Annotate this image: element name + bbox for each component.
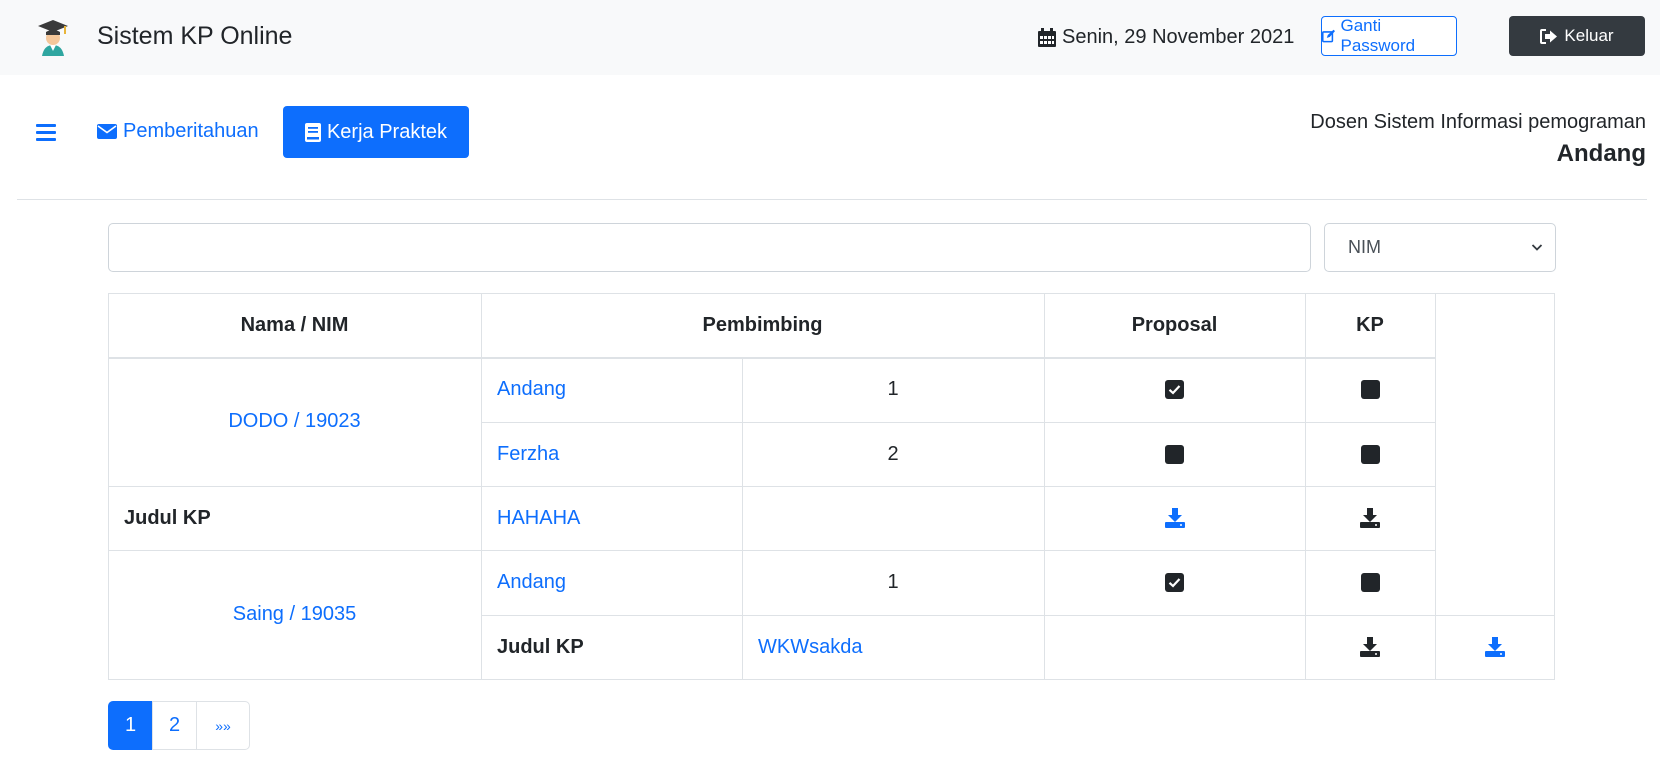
- next-page-button[interactable]: »»: [196, 701, 250, 750]
- page-1-button[interactable]: 1: [108, 701, 153, 750]
- user-name: Andang: [1556, 140, 1646, 167]
- logout-button[interactable]: Keluar: [1509, 16, 1645, 56]
- col-header-pembimbing: Pembimbing: [702, 313, 823, 336]
- kp-status: [1305, 422, 1435, 486]
- kp-title-link[interactable]: WKWsakda: [758, 636, 862, 659]
- student-name-link[interactable]: Saing / 19035: [233, 603, 356, 626]
- proposal-status: [1044, 357, 1305, 422]
- unchecked-square-icon: [1360, 573, 1380, 592]
- kp-title-link[interactable]: HAHAHA: [497, 507, 580, 530]
- advisor-cell: Andang: [481, 550, 742, 615]
- search-filter-select[interactable]: NIM: [1324, 223, 1556, 272]
- calendar-icon: [1038, 28, 1056, 47]
- top-header: Sistem KP Online Senin, 29 November 2021…: [0, 0, 1660, 75]
- title-cell: HAHAHA: [481, 486, 742, 550]
- change-password-label: Ganti Password: [1340, 16, 1416, 55]
- title-cell: WKWsakda: [742, 615, 1044, 679]
- kp-download-cell: [1305, 486, 1435, 550]
- table-row: Saing / 19035: [108, 550, 481, 679]
- search-filter-value: NIM: [1348, 237, 1381, 257]
- download-icon[interactable]: [1164, 508, 1185, 528]
- logout-label: Keluar: [1564, 26, 1614, 45]
- col-header-kp: KP: [1356, 313, 1384, 336]
- advisor-order: 2: [887, 442, 899, 465]
- advisor-link[interactable]: Andang: [497, 571, 566, 594]
- advisor-link[interactable]: Ferzha: [497, 443, 559, 466]
- title-label: Judul KP: [497, 635, 584, 658]
- menu-toggle-icon[interactable]: [36, 124, 56, 141]
- nav-kerja-praktek-label: Kerja Praktek: [326, 120, 448, 143]
- nav-notifications-label: Pemberitahuan: [123, 120, 259, 142]
- date-text: Senin, 29 November 2021: [1062, 26, 1295, 48]
- nav-notifications[interactable]: Pemberitahuan: [97, 120, 259, 143]
- col-header-proposal: Proposal: [1131, 313, 1218, 336]
- col-header-nama-nim: Nama / NIM: [240, 313, 349, 336]
- graduation-logo-icon: [38, 20, 68, 56]
- student-name-link[interactable]: DODO / 19023: [228, 410, 360, 433]
- download-icon[interactable]: [1485, 637, 1505, 657]
- app-title: Sistem KP Online: [97, 22, 293, 50]
- advisor-link[interactable]: Andang: [497, 378, 566, 401]
- checked-square-icon: [1165, 573, 1184, 592]
- checked-square-icon: [1165, 380, 1184, 399]
- unchecked-square-icon: [1360, 444, 1380, 464]
- download-icon[interactable]: [1360, 637, 1380, 657]
- proposal-download-cell: [1044, 486, 1305, 550]
- title-label: Judul KP: [124, 506, 211, 529]
- proposal-status: [1044, 550, 1305, 615]
- kp-status: [1305, 550, 1435, 615]
- proposal-status: [1044, 422, 1305, 486]
- envelope-icon: [97, 124, 117, 139]
- kp-status: [1305, 357, 1435, 422]
- current-date: Senin, 29 November 2021: [1038, 26, 1294, 49]
- advisor-cell: Ferzha: [481, 422, 742, 486]
- page-2-button[interactable]: 2: [152, 701, 197, 750]
- advisor-order: 1: [887, 571, 899, 593]
- sign-out-icon: [1540, 28, 1558, 44]
- search-input[interactable]: [108, 223, 1311, 272]
- book-icon: [304, 122, 321, 142]
- kp-download-cell: [1435, 615, 1555, 679]
- user-role: Dosen Sistem Informasi pemograman: [1310, 111, 1646, 133]
- kp-table: Nama / NIM Pembimbing Proposal KP DODO /…: [108, 293, 1555, 680]
- advisor-cell: Andang: [481, 357, 742, 422]
- chevron-down-icon: [1531, 244, 1543, 251]
- divider: [17, 199, 1647, 200]
- unchecked-square-icon: [1360, 380, 1380, 399]
- nav-kerja-praktek[interactable]: Kerja Praktek: [283, 106, 469, 158]
- table-row: DODO / 19023: [108, 357, 481, 486]
- unchecked-square-icon: [1165, 444, 1184, 464]
- change-password-button[interactable]: Ganti Password: [1321, 16, 1457, 56]
- edit-icon: [1322, 29, 1336, 43]
- proposal-download-cell: [1305, 615, 1435, 679]
- download-icon[interactable]: [1360, 508, 1380, 528]
- advisor-order: 1: [887, 378, 899, 400]
